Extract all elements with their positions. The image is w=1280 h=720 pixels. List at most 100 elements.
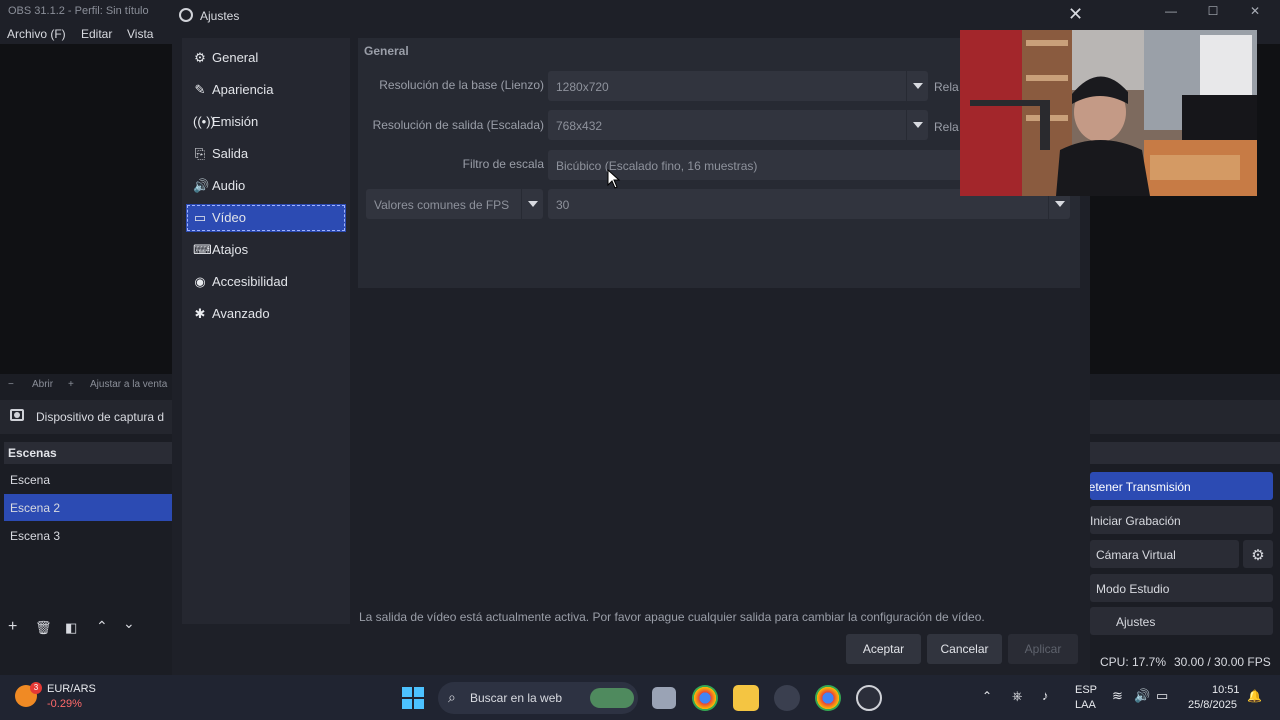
chrome-icon[interactable] <box>692 685 718 711</box>
gear-icon: ⚙ <box>194 50 206 65</box>
controls-header <box>1090 442 1280 464</box>
nav-stream[interactable]: ((•)) Emisión <box>186 108 346 136</box>
move-down-icon[interactable]: ⌄ <box>123 615 135 632</box>
apply-button[interactable]: Aplicar <box>1008 634 1078 664</box>
cancel-button[interactable]: Cancelar <box>927 634 1002 664</box>
scene-item-2[interactable]: Escena 2 <box>4 494 172 521</box>
clock-time[interactable]: 10:51 <box>1212 684 1240 696</box>
studio-mode-label: Modo Estudio <box>1096 582 1170 596</box>
stop-stream-button[interactable]: Detener Transmisión <box>1090 472 1273 500</box>
nav-general[interactable]: ⚙ General <box>186 44 346 72</box>
output-aspect-label: Rela <box>934 120 959 134</box>
chrome-profile-icon[interactable] <box>815 685 841 711</box>
virtual-camera-settings-gear-icon[interactable]: ⚙ <box>1243 540 1273 568</box>
volume-icon[interactable]: 🔊 <box>1134 688 1150 704</box>
nav-accessibility-label: Accesibilidad <box>212 274 288 289</box>
task-view-icon[interactable] <box>652 687 676 709</box>
virtual-camera-button[interactable]: Cámara Virtual <box>1090 540 1239 568</box>
menu-file[interactable]: Archivo (F) <box>7 27 66 41</box>
settings-sidebar: ⚙ General ✎ Apariencia ((•)) Emisión ⎘ Salid… <box>182 38 350 624</box>
obs-logo-icon <box>179 8 193 22</box>
nav-appearance-label: Apariencia <box>212 82 274 97</box>
brush-icon: ✎ <box>194 82 206 97</box>
scale-filter-value: Bicúbico (Escalado fino, 16 muestras) <box>556 159 758 173</box>
nav-video[interactable]: ▭ Vídeo <box>186 204 346 232</box>
webcam-image <box>960 30 1257 196</box>
currency-pair: EUR/ARS <box>47 683 96 695</box>
output-resolution-label: Resolución de salida (Escalada) <box>372 118 544 132</box>
scale-filter-label: Filtro de escala <box>462 157 544 171</box>
windows-start-icon[interactable] <box>400 685 426 711</box>
base-aspect-label: Rela <box>934 80 959 94</box>
start-recording-button[interactable]: Iniciar Grabación <box>1090 506 1273 534</box>
nav-stream-label: Emisión <box>212 114 259 129</box>
currency-change: -0.29% <box>47 698 82 710</box>
nav-appearance[interactable]: ✎ Apariencia <box>186 76 346 104</box>
trash-icon[interactable]: 🗑 <box>35 620 52 636</box>
close-icon[interactable]: ✕ <box>1068 4 1083 25</box>
search-placeholder: Buscar en la web <box>470 691 563 705</box>
chevron-up-icon[interactable]: ⌃ <box>982 689 992 703</box>
fps-type-combo[interactable]: Valores comunes de FPS <box>366 189 543 219</box>
add-scene-icon[interactable]: + <box>8 618 17 636</box>
start-recording-label: Iniciar Grabación <box>1090 514 1181 528</box>
controls-panel: Detener Transmisión Iniciar Grabación Cá… <box>1090 442 1280 642</box>
base-resolution-label: Resolución de la base (Lienzo) <box>379 78 544 92</box>
accept-button[interactable]: Aceptar <box>846 634 921 664</box>
battery-icon[interactable]: ▭ <box>1156 688 1168 704</box>
chevron-down-icon[interactable] <box>906 71 928 101</box>
taskbar-search[interactable]: ⌕ Buscar en la web <box>438 682 638 714</box>
nav-accessibility[interactable]: ◉ Accesibilidad <box>186 268 346 296</box>
settings-button[interactable]: Ajustes <box>1090 607 1273 635</box>
chevron-down-icon[interactable] <box>906 110 928 140</box>
menu-edit[interactable]: Editar <box>81 27 112 41</box>
nav-audio[interactable]: 🔊 Audio <box>186 172 346 200</box>
close-window-button[interactable]: ✕ <box>1244 2 1266 20</box>
notification-bell-icon[interactable]: 🔔 <box>1247 689 1262 703</box>
scene-item-1[interactable]: Escena <box>4 466 172 493</box>
zoom-in-icon[interactable]: + <box>68 379 74 390</box>
output-resolution-combo[interactable]: 768x432 <box>548 110 928 140</box>
cpu-usage: CPU: 17.7% <box>1100 655 1167 669</box>
settings-dialog: Ajustes ✕ ⚙ General ✎ Apariencia ((•)) Emis… <box>172 0 1090 675</box>
base-resolution-value: 1280x720 <box>556 80 609 94</box>
group-title: General <box>364 44 409 58</box>
move-up-icon[interactable]: ⌃ <box>96 618 108 635</box>
settings-label: Ajustes <box>1116 615 1156 629</box>
app-icon[interactable] <box>774 685 800 711</box>
obs-taskbar-icon[interactable] <box>856 685 882 711</box>
nav-hotkeys[interactable]: ⌨ Atajos <box>186 236 346 264</box>
minimize-button[interactable]: — <box>1160 2 1182 20</box>
chevron-down-icon[interactable] <box>521 189 543 219</box>
fps-type-value: Valores comunes de FPS <box>374 198 510 212</box>
usb-icon[interactable]: ⎈ <box>1012 688 1022 704</box>
video-active-warning: La salida de vídeo está actualmente acti… <box>359 610 985 624</box>
scene-item-3[interactable]: Escena 3 <box>4 522 172 549</box>
nav-output[interactable]: ⎘ Salida <box>186 140 346 168</box>
fit-window-label[interactable]: Ajustar a la venta <box>90 379 167 390</box>
output-resolution-value: 768x432 <box>556 119 603 133</box>
search-icon: ⌕ <box>448 689 456 705</box>
scenes-header: Escenas <box>4 442 172 464</box>
base-resolution-combo[interactable]: 1280x720 <box>548 71 928 101</box>
wifi-icon[interactable]: ≋ <box>1112 688 1123 704</box>
microphone-icon[interactable]: ♪ <box>1042 688 1049 703</box>
nav-general-label: General <box>212 50 259 65</box>
fps-value: 30 <box>556 198 570 212</box>
studio-mode-button[interactable]: Modo Estudio <box>1090 574 1273 602</box>
keyboard-layout[interactable]: LAA <box>1075 699 1096 711</box>
zoom-open-label[interactable]: Abrir <box>32 379 53 390</box>
preview-area-left <box>0 44 172 374</box>
clock-date[interactable]: 25/8/2025 <box>1188 699 1237 711</box>
maximize-button[interactable]: ☐ <box>1202 2 1224 20</box>
zoom-out-icon[interactable]: − <box>8 379 14 390</box>
mouse-cursor-icon <box>607 169 621 189</box>
source-toolbar-right <box>1090 400 1280 434</box>
webcam-overlay <box>960 30 1257 196</box>
filter-icon[interactable]: ◧ <box>65 620 77 636</box>
nav-advanced[interactable]: ✱ Avanzado <box>186 300 346 328</box>
menu-view[interactable]: Vista <box>127 27 153 41</box>
language-code[interactable]: ESP <box>1075 684 1097 696</box>
fps-readout: 30.00 / 30.00 FPS <box>1174 655 1271 669</box>
file-explorer-icon[interactable] <box>733 685 759 711</box>
